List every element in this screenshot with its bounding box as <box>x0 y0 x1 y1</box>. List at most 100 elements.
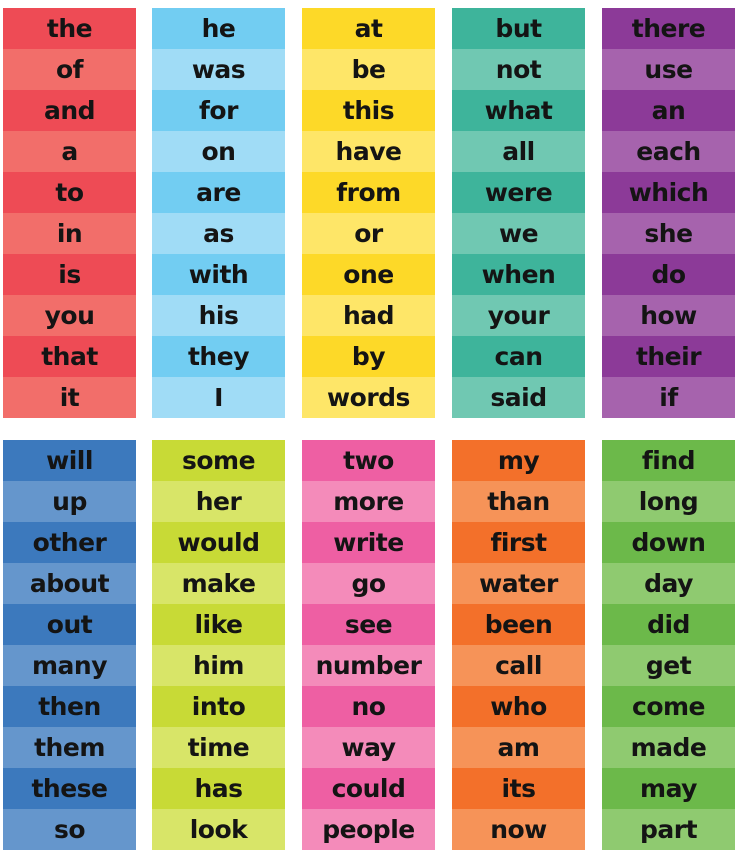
word-cell: with <box>152 254 285 295</box>
word-cell: in <box>3 213 136 254</box>
word-cell: their <box>602 336 735 377</box>
word-cell: one <box>302 254 435 295</box>
word-cell: by <box>302 336 435 377</box>
word-cell: at <box>302 8 435 49</box>
word-cell: did <box>602 604 735 645</box>
word-column-10: find long down day did get come made may part <box>602 440 735 850</box>
word-cell: first <box>452 522 585 563</box>
word-cell: an <box>602 90 735 131</box>
word-cell: no <box>302 686 435 727</box>
word-cell: go <box>302 563 435 604</box>
word-cell: down <box>602 522 735 563</box>
word-cell: has <box>152 768 285 809</box>
word-cell: is <box>3 254 136 295</box>
word-cell: the <box>3 8 136 49</box>
word-cell: her <box>152 481 285 522</box>
word-cell: which <box>602 172 735 213</box>
word-cell: its <box>452 768 585 809</box>
word-cell: not <box>452 49 585 90</box>
word-cell: would <box>152 522 285 563</box>
word-cell: come <box>602 686 735 727</box>
word-cell: made <box>602 727 735 768</box>
word-cell: when <box>452 254 585 295</box>
word-cell: number <box>302 645 435 686</box>
word-cell: other <box>3 522 136 563</box>
word-cell: part <box>602 809 735 850</box>
word-cell: if <box>602 377 735 418</box>
word-cell: they <box>152 336 285 377</box>
word-cell: was <box>152 49 285 90</box>
word-cell: for <box>152 90 285 131</box>
word-cell: all <box>452 131 585 172</box>
word-cell: find <box>602 440 735 481</box>
word-cell: day <box>602 563 735 604</box>
word-column-4: but not what all were we when your can said <box>452 8 585 418</box>
word-column-5: there use an each which she do how their if <box>602 8 735 418</box>
word-cell: are <box>152 172 285 213</box>
word-cell: out <box>3 604 136 645</box>
word-cell: about <box>3 563 136 604</box>
word-cell: each <box>602 131 735 172</box>
word-cell: will <box>3 440 136 481</box>
word-column-7: some her would make like him into time has look <box>152 440 285 850</box>
word-cell: so <box>3 809 136 850</box>
word-cell: do <box>602 254 735 295</box>
word-cell: him <box>152 645 285 686</box>
word-column-3: at be this have from or one had by words <box>302 8 435 418</box>
word-cell: there <box>602 8 735 49</box>
word-cell: who <box>452 686 585 727</box>
word-cell: from <box>302 172 435 213</box>
word-cell: am <box>452 727 585 768</box>
word-cell: into <box>152 686 285 727</box>
word-cell: have <box>302 131 435 172</box>
word-cell: use <box>602 49 735 90</box>
word-cell: a <box>3 131 136 172</box>
word-cell: way <box>302 727 435 768</box>
word-cell: said <box>452 377 585 418</box>
word-cell: see <box>302 604 435 645</box>
word-cell: how <box>602 295 735 336</box>
sight-words-chart: the of and a to in is you that it he was for on are as w… <box>0 0 740 856</box>
word-cell: call <box>452 645 585 686</box>
word-cell: look <box>152 809 285 850</box>
word-cell: some <box>152 440 285 481</box>
word-cell: long <box>602 481 735 522</box>
word-cell: people <box>302 809 435 850</box>
word-cell: she <box>602 213 735 254</box>
word-cell: were <box>452 172 585 213</box>
word-cell: may <box>602 768 735 809</box>
word-cell: his <box>152 295 285 336</box>
word-cell: and <box>3 90 136 131</box>
word-cell: two <box>302 440 435 481</box>
word-cell: could <box>302 768 435 809</box>
word-cell: up <box>3 481 136 522</box>
word-cell: we <box>452 213 585 254</box>
word-cell: it <box>3 377 136 418</box>
word-cell: of <box>3 49 136 90</box>
word-cell: or <box>302 213 435 254</box>
word-cell: that <box>3 336 136 377</box>
word-cell: be <box>302 49 435 90</box>
word-cell: I <box>152 377 285 418</box>
word-cell: as <box>152 213 285 254</box>
word-cell: he <box>152 8 285 49</box>
word-cell: like <box>152 604 285 645</box>
word-cell: to <box>3 172 136 213</box>
word-cell: this <box>302 90 435 131</box>
word-cell: these <box>3 768 136 809</box>
word-cell: them <box>3 727 136 768</box>
word-cell: you <box>3 295 136 336</box>
word-cell: on <box>152 131 285 172</box>
word-cell: your <box>452 295 585 336</box>
word-column-8: two more write go see number no way could people <box>302 440 435 850</box>
word-cell: time <box>152 727 285 768</box>
word-cell: now <box>452 809 585 850</box>
word-cell: more <box>302 481 435 522</box>
word-cell: make <box>152 563 285 604</box>
word-column-2: he was for on are as with his they I <box>152 8 285 418</box>
word-cell: words <box>302 377 435 418</box>
word-cell: what <box>452 90 585 131</box>
word-column-6: will up other about out many then them these so <box>3 440 136 850</box>
word-cell: get <box>602 645 735 686</box>
word-column-1: the of and a to in is you that it <box>3 8 136 418</box>
